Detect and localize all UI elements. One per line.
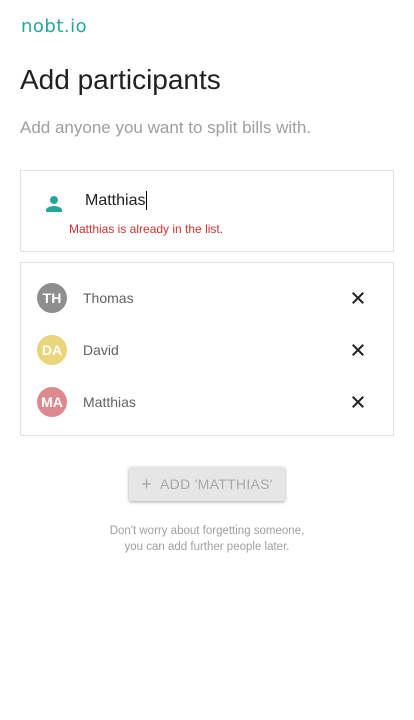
remove-participant-thomas-close-icon[interactable] [349, 289, 367, 307]
add-participant-button[interactable]: + ADD 'MATTHIAS' [129, 467, 285, 501]
participant-row: TH Thomas [21, 283, 393, 335]
add-participant-button-label: ADD 'MATTHIAS' [160, 476, 273, 492]
participant-row: MA Matthias [21, 387, 393, 439]
app-logo[interactable]: nobt.io [21, 16, 87, 37]
hint-text: Don't worry about forgetting someone, yo… [0, 523, 414, 555]
validation-error: Matthias is already in the list. [69, 222, 224, 236]
person-icon [46, 196, 62, 212]
avatar: TH [37, 283, 67, 313]
participant-name: David [83, 342, 119, 358]
hint-line-2: you can add further people later. [124, 541, 290, 553]
participant-name-input[interactable] [85, 189, 375, 213]
page-title: Add participants [20, 64, 221, 95]
hint-line-1: Don't worry about forgetting someone, [109, 525, 305, 537]
plus-icon: + [141, 473, 153, 494]
page-subtitle: Add anyone you want to split bills with. [20, 118, 312, 137]
participant-list: TH Thomas DA David MA Matthias [20, 262, 394, 436]
text-caret [146, 191, 147, 210]
remove-participant-david-close-icon[interactable] [349, 341, 367, 359]
remove-participant-matthias-close-icon[interactable] [349, 393, 367, 411]
participant-row: DA David [21, 335, 393, 387]
participant-name: Matthias [83, 394, 136, 410]
participant-name: Thomas [83, 290, 134, 306]
add-participant-card: Matthias is already in the list. [20, 170, 394, 252]
avatar: MA [37, 387, 67, 417]
avatar: DA [37, 335, 67, 365]
